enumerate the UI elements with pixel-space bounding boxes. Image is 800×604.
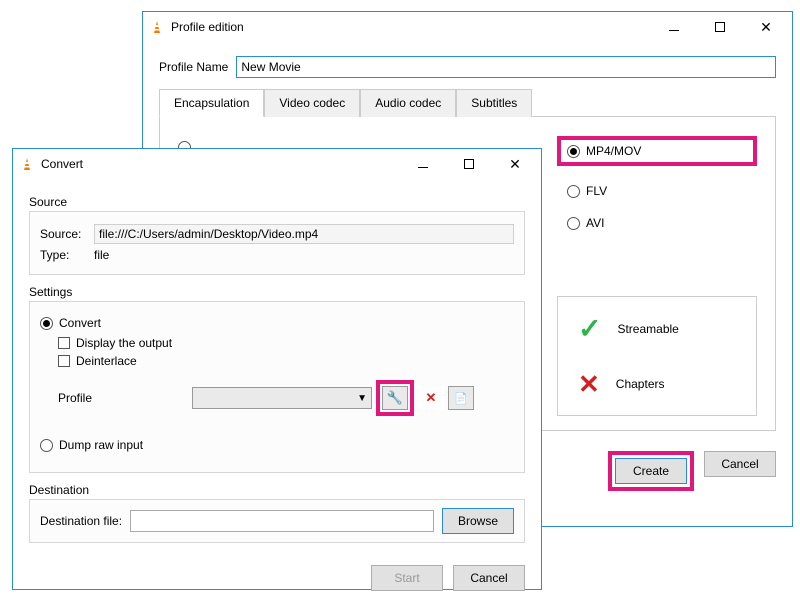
destination-group-label: Destination	[29, 483, 525, 497]
radio-flv[interactable]: FLV	[567, 184, 757, 198]
edit-profile-button[interactable]: 🔧	[382, 386, 408, 410]
checkbox-icon	[58, 337, 70, 349]
highlight-edit-profile: 🔧	[376, 380, 414, 416]
window-title: Profile edition	[171, 20, 244, 34]
tab-subtitles[interactable]: Subtitles	[456, 89, 532, 117]
browse-button[interactable]: Browse	[442, 508, 514, 534]
tabs: Encapsulation Video codec Audio codec Su…	[159, 88, 776, 117]
feature-label: Chapters	[616, 377, 665, 391]
maximize-button[interactable]	[706, 17, 734, 37]
maximize-button[interactable]	[455, 154, 483, 174]
destination-group: Destination file: Browse	[29, 499, 525, 543]
new-icon: 📄	[454, 392, 468, 405]
check-label: Deinterlace	[76, 354, 137, 368]
highlight-create: Create	[608, 451, 694, 491]
source-group-label: Source	[29, 195, 525, 209]
profile-name-input[interactable]	[236, 56, 776, 78]
minimize-button[interactable]	[660, 17, 688, 37]
create-button[interactable]: Create	[615, 458, 687, 484]
new-profile-button[interactable]: 📄	[448, 386, 474, 410]
check-icon: ✓	[578, 315, 601, 343]
radio-label: FLV	[586, 184, 607, 198]
profile-combo[interactable]: ▼	[192, 387, 372, 409]
radio-label: MP4/MOV	[586, 144, 641, 158]
close-button[interactable]: ✕	[752, 17, 780, 37]
convert-window: Convert ✕ Source Source: file:///C:/User…	[12, 148, 542, 590]
radio-label: Convert	[59, 316, 101, 330]
feature-chapters: ✕ Chapters	[578, 371, 736, 397]
check-display-output[interactable]: Display the output	[58, 336, 514, 350]
radio-avi[interactable]: AVI	[567, 216, 757, 230]
wrench-icon: 🔧	[387, 390, 403, 406]
x-icon: ✕	[578, 371, 600, 397]
titlebar: Convert ✕	[13, 149, 541, 179]
settings-group-label: Settings	[29, 285, 525, 299]
radio-dot-icon	[40, 439, 53, 452]
radio-label: Dump raw input	[59, 438, 143, 452]
cancel-button[interactable]: Cancel	[704, 451, 776, 477]
features-box: ✓ Streamable ✕ Chapters	[557, 296, 757, 416]
minimize-button[interactable]	[409, 154, 437, 174]
vlc-icon	[19, 156, 35, 172]
cancel-button[interactable]: Cancel	[453, 565, 525, 591]
radio-dot-icon	[567, 185, 580, 198]
destination-label: Destination file:	[40, 514, 122, 528]
radio-dot-icon	[567, 217, 580, 230]
tab-encapsulation[interactable]: Encapsulation	[159, 89, 264, 117]
tab-audio-codec[interactable]: Audio codec	[360, 89, 456, 117]
source-value: file:///C:/Users/admin/Desktop/Video.mp4	[94, 224, 514, 244]
type-value: file	[94, 248, 109, 262]
radio-dump-raw[interactable]: Dump raw input	[40, 438, 514, 452]
chevron-down-icon: ▼	[357, 393, 367, 404]
check-deinterlace[interactable]: Deinterlace	[58, 354, 514, 368]
close-button[interactable]: ✕	[501, 154, 529, 174]
type-label: Type:	[40, 248, 86, 262]
radio-convert[interactable]: Convert	[40, 316, 514, 330]
radio-dot-icon	[40, 317, 53, 330]
tab-video-codec[interactable]: Video codec	[264, 89, 360, 117]
feature-streamable: ✓ Streamable	[578, 315, 736, 343]
radio-label: AVI	[586, 216, 604, 230]
highlight-mp4mov: MP4/MOV	[557, 136, 757, 166]
radio-dot-icon	[567, 145, 580, 158]
delete-icon: ✕	[426, 390, 437, 406]
source-group: Source: file:///C:/Users/admin/Desktop/V…	[29, 211, 525, 275]
titlebar: Profile edition ✕	[143, 12, 792, 42]
window-title: Convert	[41, 157, 83, 171]
check-label: Display the output	[76, 336, 172, 350]
settings-group: Convert Display the output Deinterlace P…	[29, 301, 525, 473]
checkbox-icon	[58, 355, 70, 367]
vlc-icon	[149, 19, 165, 35]
source-label: Source:	[40, 227, 86, 241]
start-button[interactable]: Start	[371, 565, 443, 591]
feature-label: Streamable	[617, 322, 678, 336]
destination-input[interactable]	[130, 510, 434, 532]
radio-mp4mov[interactable]: MP4/MOV	[567, 144, 641, 158]
delete-profile-button[interactable]: ✕	[418, 386, 444, 410]
profile-label: Profile	[58, 391, 188, 405]
profile-name-label: Profile Name	[159, 60, 228, 74]
